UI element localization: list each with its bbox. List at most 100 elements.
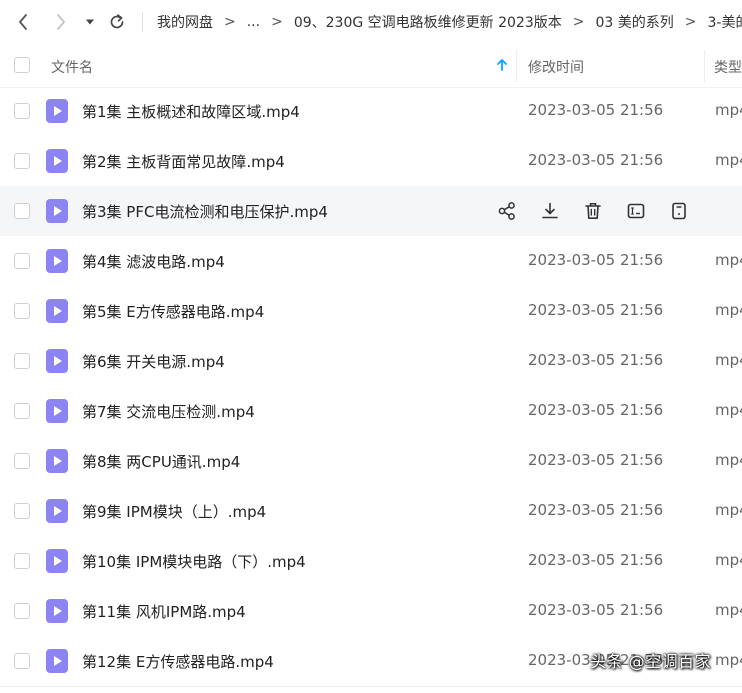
video-file-icon bbox=[46, 499, 68, 523]
column-divider[interactable] bbox=[704, 50, 705, 82]
file-name[interactable]: 第5集 E方传感器电路.mp4 bbox=[82, 301, 264, 322]
chevron-right-icon[interactable] bbox=[46, 7, 76, 37]
video-file-icon bbox=[46, 399, 68, 423]
watermark: 头条 @空调百家 bbox=[590, 652, 712, 671]
breadcrumb-item[interactable]: 09、230G 空调电路板维修更新 2023版本 bbox=[294, 12, 562, 32]
table-row[interactable]: 第7集 交流电压检测.mp4 2023-03-05 21:56 mp4 bbox=[0, 386, 742, 436]
file-name[interactable]: 第11集 风机IPM路.mp4 bbox=[82, 601, 246, 622]
file-modified-time: 2023-03-05 21:56 bbox=[528, 151, 664, 169]
file-modified-time: 2023-03-05 21:56 bbox=[528, 101, 664, 119]
file-name[interactable]: 第9集 IPM模块（上）.mp4 bbox=[82, 501, 266, 522]
refresh-icon[interactable] bbox=[102, 7, 132, 37]
video-file-icon bbox=[46, 99, 68, 123]
table-row[interactable]: 第6集 开关电源.mp4 2023-03-05 21:56 mp4 bbox=[0, 336, 742, 386]
row-checkbox[interactable] bbox=[14, 553, 30, 569]
share-icon[interactable] bbox=[496, 199, 518, 223]
file-type: mp4 bbox=[715, 101, 742, 119]
file-modified-time: 2023-03-05 21:56 bbox=[528, 401, 664, 419]
table-header: 文件名 修改时间 类型 bbox=[0, 44, 742, 88]
file-type: mp4 bbox=[715, 251, 742, 269]
table-row[interactable]: 第9集 IPM模块（上）.mp4 2023-03-05 21:56 mp4 bbox=[0, 486, 742, 536]
video-file-icon bbox=[46, 599, 68, 623]
more-icon[interactable] bbox=[668, 199, 690, 223]
video-file-icon bbox=[46, 449, 68, 473]
table-row[interactable]: 第10集 IPM模块电路（下）.mp4 2023-03-05 21:56 mp4 bbox=[0, 536, 742, 586]
caret-down-icon[interactable] bbox=[82, 7, 98, 37]
column-divider[interactable] bbox=[516, 50, 517, 82]
delete-icon[interactable] bbox=[582, 199, 604, 223]
row-checkbox[interactable] bbox=[14, 353, 30, 369]
video-file-icon bbox=[46, 149, 68, 173]
row-checkbox[interactable] bbox=[14, 103, 30, 119]
breadcrumb-item[interactable]: ... bbox=[247, 14, 260, 30]
file-modified-time: 2023-03-05 21:56 bbox=[528, 251, 664, 269]
file-modified-time: 2023-03-05 21:56 bbox=[528, 351, 664, 369]
breadcrumb-item[interactable]: 我的网盘 bbox=[157, 12, 213, 32]
row-checkbox[interactable] bbox=[14, 153, 30, 169]
file-modified-time: 2023-03-05 21:56 bbox=[528, 451, 664, 469]
breadcrumb-separator: > bbox=[572, 14, 585, 30]
file-name[interactable]: 第7集 交流电压检测.mp4 bbox=[82, 401, 255, 422]
file-type: mp4 bbox=[715, 151, 742, 169]
row-checkbox[interactable] bbox=[14, 453, 30, 469]
breadcrumb: 我的网盘 > ... > 09、230G 空调电路板维修更新 2023版本 > … bbox=[157, 12, 742, 32]
file-name[interactable]: 第6集 开关电源.mp4 bbox=[82, 351, 225, 372]
file-modified-time: 2023-03-05 21:56 bbox=[528, 301, 664, 319]
breadcrumb-item[interactable]: 03 美的系列 bbox=[595, 12, 673, 32]
file-type: mp4 bbox=[715, 301, 742, 319]
table-row[interactable]: 第1集 主板概述和故障区域.mp4 2023-03-05 21:56 mp4 bbox=[0, 86, 742, 136]
list-bottom-border bbox=[0, 686, 742, 687]
breadcrumb-separator: > bbox=[271, 14, 283, 30]
table-row[interactable]: 第2集 主板背面常见故障.mp4 2023-03-05 21:56 mp4 bbox=[0, 136, 742, 186]
file-type: mp4 bbox=[715, 451, 742, 469]
file-type: mp4 bbox=[715, 601, 742, 619]
table-row[interactable]: 第8集 两CPU通讯.mp4 2023-03-05 21:56 mp4 bbox=[0, 436, 742, 486]
column-header-type[interactable]: 类型 bbox=[714, 57, 742, 77]
file-name[interactable]: 第8集 两CPU通讯.mp4 bbox=[82, 451, 240, 472]
table-row-hovered[interactable]: 第3集 PFC电流检测和电压保护.mp4 bbox=[0, 186, 742, 236]
row-checkbox[interactable] bbox=[14, 503, 30, 519]
row-checkbox[interactable] bbox=[14, 603, 30, 619]
arrow-up-icon[interactable] bbox=[496, 58, 508, 76]
file-type: mp4 bbox=[715, 501, 742, 519]
file-modified-time: 2023-03-05 21:56 bbox=[528, 601, 664, 619]
table-row[interactable]: 第11集 风机IPM路.mp4 2023-03-05 21:56 mp4 bbox=[0, 586, 742, 636]
breadcrumb-separator: > bbox=[224, 14, 236, 30]
file-name[interactable]: 第10集 IPM模块电路（下）.mp4 bbox=[82, 551, 306, 572]
table-row[interactable]: 第4集 滤波电路.mp4 2023-03-05 21:56 mp4 bbox=[0, 236, 742, 286]
row-actions bbox=[496, 199, 711, 223]
chevron-left-icon[interactable] bbox=[8, 7, 38, 37]
video-file-icon bbox=[46, 649, 68, 673]
video-file-icon bbox=[46, 299, 68, 323]
video-file-icon bbox=[46, 349, 68, 373]
video-file-icon bbox=[46, 549, 68, 573]
file-type: mp4 bbox=[715, 401, 742, 419]
file-list: 第1集 主板概述和故障区域.mp4 2023-03-05 21:56 mp4 第… bbox=[0, 86, 742, 686]
file-type: mp4 bbox=[715, 551, 742, 569]
row-checkbox[interactable] bbox=[14, 653, 30, 669]
top-navigation-bar: 我的网盘 > ... > 09、230G 空调电路板维修更新 2023版本 > … bbox=[0, 0, 742, 44]
breadcrumb-separator: > bbox=[684, 14, 697, 30]
file-type: mp4 bbox=[715, 351, 742, 369]
row-checkbox[interactable] bbox=[14, 303, 30, 319]
row-checkbox[interactable] bbox=[14, 203, 30, 219]
breadcrumb-item-current[interactable]: 3-美的 bbox=[707, 12, 742, 32]
file-modified-time: 2023-03-05 21:56 bbox=[528, 501, 664, 519]
video-file-icon bbox=[46, 249, 68, 273]
rename-icon[interactable] bbox=[625, 199, 647, 223]
nav-divider bbox=[142, 12, 143, 32]
column-header-time[interactable]: 修改时间 bbox=[528, 57, 584, 77]
file-name[interactable]: 第3集 PFC电流检测和电压保护.mp4 bbox=[82, 201, 328, 222]
select-all-checkbox[interactable] bbox=[14, 57, 30, 73]
column-header-name[interactable]: 文件名 bbox=[51, 57, 93, 77]
file-name[interactable]: 第1集 主板概述和故障区域.mp4 bbox=[82, 101, 300, 122]
download-icon[interactable] bbox=[539, 199, 561, 223]
file-name[interactable]: 第4集 滤波电路.mp4 bbox=[82, 251, 225, 272]
file-name[interactable]: 第12集 E方传感器电路.mp4 bbox=[82, 651, 274, 672]
table-row[interactable]: 第5集 E方传感器电路.mp4 2023-03-05 21:56 mp4 bbox=[0, 286, 742, 336]
file-modified-time: 2023-03-05 21:56 bbox=[528, 551, 664, 569]
row-checkbox[interactable] bbox=[14, 403, 30, 419]
row-checkbox[interactable] bbox=[14, 253, 30, 269]
file-name[interactable]: 第2集 主板背面常见故障.mp4 bbox=[82, 151, 285, 172]
file-type: mp4 bbox=[715, 651, 742, 669]
